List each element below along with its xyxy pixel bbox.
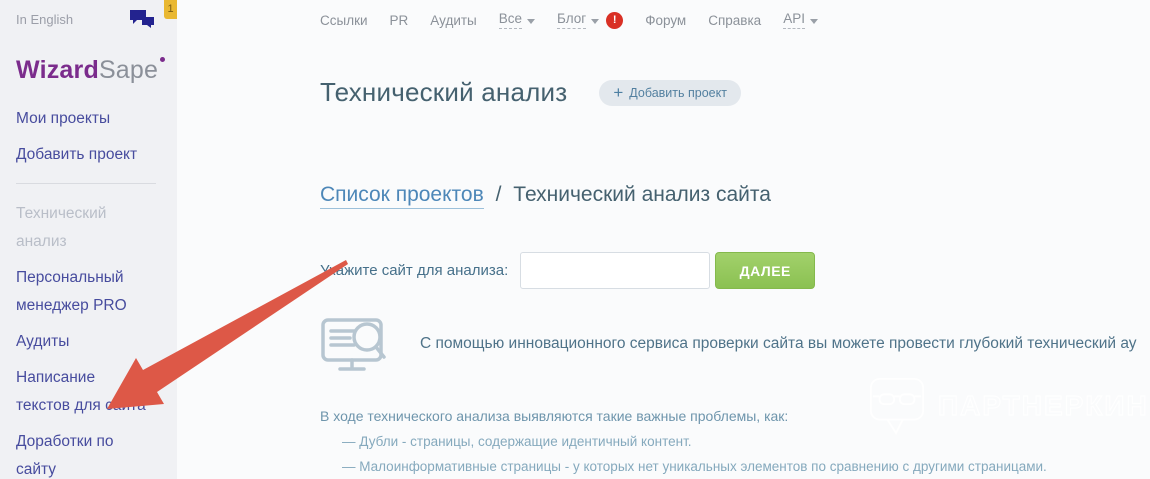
nav-item-pr[interactable]: PR	[390, 13, 409, 28]
chevron-down-icon	[527, 18, 536, 24]
sidebar-item-audits[interactable]: Аудиты	[16, 328, 150, 356]
sidebar-item-site-improvements[interactable]: Доработки по сайту	[16, 428, 150, 479]
nav-item-audits[interactable]: Аудиты	[430, 13, 476, 28]
nav-item-help[interactable]: Справка	[708, 13, 761, 28]
chat-messages-icon[interactable]	[128, 8, 158, 30]
problem-item-duplicates: — Дубли - страницы, содержащие идентичны…	[342, 434, 692, 449]
main-content: Ссылки PR Аудиты Все Блог! Форум Справка…	[320, 0, 1150, 479]
chevron-down-icon	[591, 18, 600, 24]
nav-item-links[interactable]: Ссылки	[320, 13, 368, 28]
breadcrumb-projects-link[interactable]: Список проектов	[320, 183, 484, 209]
service-intro-text: С помощью инновационного сервиса проверк…	[420, 335, 1137, 352]
problems-heading: В ходе технического анализа выявляются т…	[320, 408, 789, 424]
site-url-label: Укажите сайт для анализа:	[320, 262, 509, 279]
language-switch-link[interactable]: In English	[16, 12, 73, 27]
sidebar-item-technical-analysis: Технический анализ	[16, 205, 107, 250]
plus-icon: +	[613, 82, 624, 102]
nav-item-forum[interactable]: Форум	[645, 13, 686, 28]
page-title: Технический анализ	[320, 77, 568, 107]
site-url-input[interactable]	[520, 252, 711, 289]
breadcrumb-current: Технический анализ сайта	[513, 183, 771, 206]
logo-dot	[160, 57, 166, 62]
service-intro: С помощью инновационного сервиса проверк…	[320, 317, 1150, 380]
sidebar-item-personal-manager-pro[interactable]: Персональный менеджер PRO	[16, 264, 150, 320]
nav-item-blog-dropdown[interactable]: Блог!	[557, 11, 624, 29]
sidebar-menu: Мои проекты Добавить проект Технический …	[16, 105, 156, 479]
nav-item-api-dropdown[interactable]: API	[783, 11, 818, 29]
sidebar-item-add-project[interactable]: Добавить проект	[16, 141, 150, 169]
problem-item-thin-pages: — Малоинформативные страницы - у которых…	[342, 459, 1047, 474]
sidebar: In English 1 WizardSape Мои проекты Доба…	[0, 0, 177, 479]
nav-item-all-dropdown[interactable]: Все	[498, 11, 536, 29]
site-analyze-form: Укажите сайт для анализа: ДАЛЕЕ	[320, 252, 1150, 289]
notification-count-badge[interactable]: 1	[164, 0, 177, 19]
problems-section: В ходе технического анализа выявляются т…	[320, 408, 1150, 474]
logo-part-wizard: Wizard	[16, 56, 99, 84]
sidebar-item-my-projects[interactable]: Мои проекты	[16, 105, 150, 133]
submit-next-button[interactable]: ДАЛЕЕ	[715, 252, 816, 289]
add-project-button[interactable]: + Добавить проект	[599, 79, 741, 106]
breadcrumb: Список проектов / Технический анализ сай…	[320, 183, 1150, 209]
sidebar-divider	[16, 183, 156, 184]
top-navigation: Ссылки PR Аудиты Все Блог! Форум Справка…	[320, 0, 1150, 30]
site-audit-monitor-icon	[320, 317, 390, 380]
sidebar-item-text-writing[interactable]: Написание текстов для сайта	[16, 364, 150, 420]
logo[interactable]: WizardSape	[16, 56, 166, 85]
add-project-button-label: Добавить проект	[629, 85, 727, 100]
sidebar-top: In English 1	[16, 0, 177, 38]
page-header: Технический анализ + Добавить проект	[320, 77, 1150, 108]
logo-part-sape: Sape	[98, 56, 159, 84]
breadcrumb-separator: /	[495, 183, 502, 206]
blog-alert-badge: !	[606, 11, 624, 29]
chevron-down-icon	[809, 18, 818, 24]
